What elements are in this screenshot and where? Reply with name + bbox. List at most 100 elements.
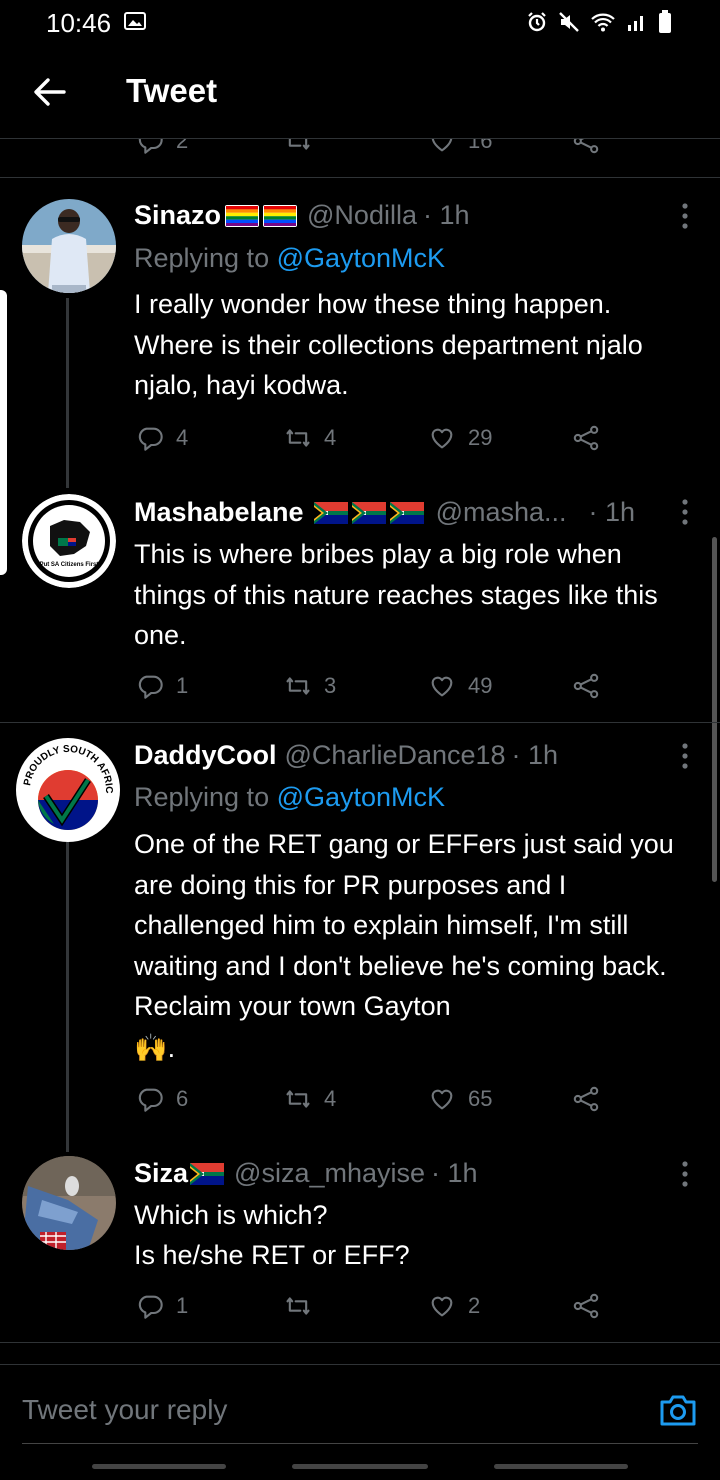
share-icon: [572, 424, 600, 452]
replying-to: Replying to @GaytonMcK: [134, 782, 445, 813]
mention-link[interactable]: @GaytonMcK: [277, 243, 445, 273]
username[interactable]: @Nodilla: [307, 200, 417, 231]
retweet-icon: [284, 139, 312, 155]
more-options-icon[interactable]: [680, 202, 690, 230]
reply-input[interactable]: [22, 1388, 582, 1432]
heart-icon: [428, 139, 456, 155]
gallery-notification-icon: [124, 12, 146, 30]
share-icon: [572, 1292, 600, 1320]
display-name[interactable]: Siza: [134, 1158, 188, 1189]
retweet-button[interactable]: [284, 1292, 324, 1320]
tweet-text-tail: 🙌.: [134, 1033, 176, 1063]
avatar-caption: Put SA Citizens First: [40, 562, 99, 568]
like-button[interactable]: 16: [428, 139, 492, 155]
reply-icon: [136, 424, 164, 452]
retweet-button[interactable]: 3: [284, 672, 336, 700]
username[interactable]: @CharlieDance18: [285, 740, 506, 771]
display-name[interactable]: Mashabelane: [134, 497, 304, 528]
like-button[interactable]: 29: [428, 424, 492, 452]
page-title: Tweet: [126, 72, 218, 109]
composer-underline: [22, 1443, 698, 1444]
like-button[interactable]: 65: [428, 1085, 492, 1113]
rainbow-flag-icon: [225, 205, 259, 227]
reply-count: 6: [176, 1086, 189, 1111]
system-navigation-bar: [0, 1450, 720, 1480]
more-options-icon[interactable]: [680, 498, 690, 526]
like-count: 49: [468, 673, 493, 698]
alarm-icon: [528, 12, 546, 32]
retweet-button[interactable]: [284, 139, 312, 155]
like-button[interactable]: 2: [428, 1292, 480, 1320]
back-arrow-icon[interactable]: [30, 74, 70, 110]
replying-prefix: Replying to: [134, 782, 277, 812]
retweet-icon: [284, 1085, 312, 1113]
back-nav-button[interactable]: [494, 1464, 628, 1469]
like-count: 29: [468, 425, 493, 450]
retweet-count: 3: [324, 673, 337, 698]
status-icons: [526, 10, 672, 34]
retweet-count: 4: [324, 425, 337, 450]
wifi-icon: [591, 13, 615, 32]
reply-button[interactable]: 1: [136, 672, 188, 700]
avatar[interactable]: Put SA Citizens First: [22, 494, 116, 588]
mute-icon: [559, 12, 579, 32]
heart-icon: [428, 672, 456, 700]
retweet-icon: [284, 424, 312, 452]
avatar[interactable]: PROUDLY SOUTH AFRICAN: [16, 738, 120, 842]
more-options-icon[interactable]: [680, 742, 690, 770]
heart-icon: [428, 424, 456, 452]
south-africa-flag-icon: [352, 502, 386, 524]
reply-button[interactable]: 1: [136, 1292, 188, 1320]
reply-button[interactable]: 4: [136, 424, 188, 452]
share-button[interactable]: [572, 424, 600, 452]
retweet-button[interactable]: 4: [284, 424, 336, 452]
replying-to: Replying to @GaytonMcK: [134, 243, 445, 274]
avatar[interactable]: [22, 1156, 116, 1250]
camera-icon[interactable]: [658, 1392, 698, 1428]
retweet-button[interactable]: 4: [284, 1085, 336, 1113]
retweet-icon: [284, 1292, 312, 1320]
tweet-header: DaddyCool @CharlieDance18 · 1h: [134, 740, 558, 771]
edge-panel-handle[interactable]: [0, 290, 7, 575]
display-name[interactable]: Sinazo: [134, 200, 221, 231]
reply-count: 4: [176, 425, 189, 450]
username[interactable]: @masha...: [436, 497, 567, 528]
home-button[interactable]: [292, 1464, 428, 1469]
south-africa-flag-icon: [390, 502, 424, 524]
timestamp: · 1h: [431, 1158, 478, 1188]
thread-line: [66, 842, 69, 1152]
retweet-count: 4: [324, 1086, 337, 1111]
battery-icon: [659, 10, 671, 33]
rainbow-flag-icon: [263, 205, 297, 227]
username[interactable]: @siza_mhayise: [234, 1158, 425, 1189]
reply-count: 1: [176, 673, 189, 698]
like-count: 16: [468, 139, 493, 153]
display-name[interactable]: DaddyCool: [134, 740, 277, 771]
mention-link[interactable]: @GaytonMcK: [277, 782, 445, 812]
reply-button[interactable]: 6: [136, 1085, 188, 1113]
status-time: 10:46: [46, 8, 112, 38]
like-button[interactable]: 49: [428, 672, 492, 700]
timestamp: · 1h: [511, 740, 559, 770]
more-options-icon[interactable]: [680, 1160, 690, 1188]
share-button[interactable]: [572, 1085, 600, 1113]
scrollbar[interactable]: [712, 537, 717, 882]
previous-tweet-actions: 2 16: [0, 139, 720, 159]
south-africa-flag-icon: [314, 502, 348, 524]
reply-count: 2: [176, 139, 189, 153]
tweet-text: Is he/she RET or EFF?: [134, 1240, 410, 1270]
reply-icon: [136, 1085, 164, 1113]
avatar[interactable]: [22, 199, 116, 293]
share-button[interactable]: [572, 672, 600, 700]
composer-divider: [0, 1364, 720, 1365]
share-button[interactable]: [572, 139, 600, 155]
divider: [0, 177, 720, 178]
tweet-text: This is where bribes play a big role whe…: [134, 539, 658, 651]
tweet-text: Which is which?: [134, 1200, 328, 1230]
share-button[interactable]: [572, 1292, 600, 1320]
tweet-header: Sinazo @Nodilla · 1h: [134, 200, 470, 231]
heart-icon: [428, 1292, 456, 1320]
reply-button[interactable]: 2: [136, 139, 188, 155]
recents-button[interactable]: [92, 1464, 226, 1469]
divider: [0, 1342, 720, 1343]
